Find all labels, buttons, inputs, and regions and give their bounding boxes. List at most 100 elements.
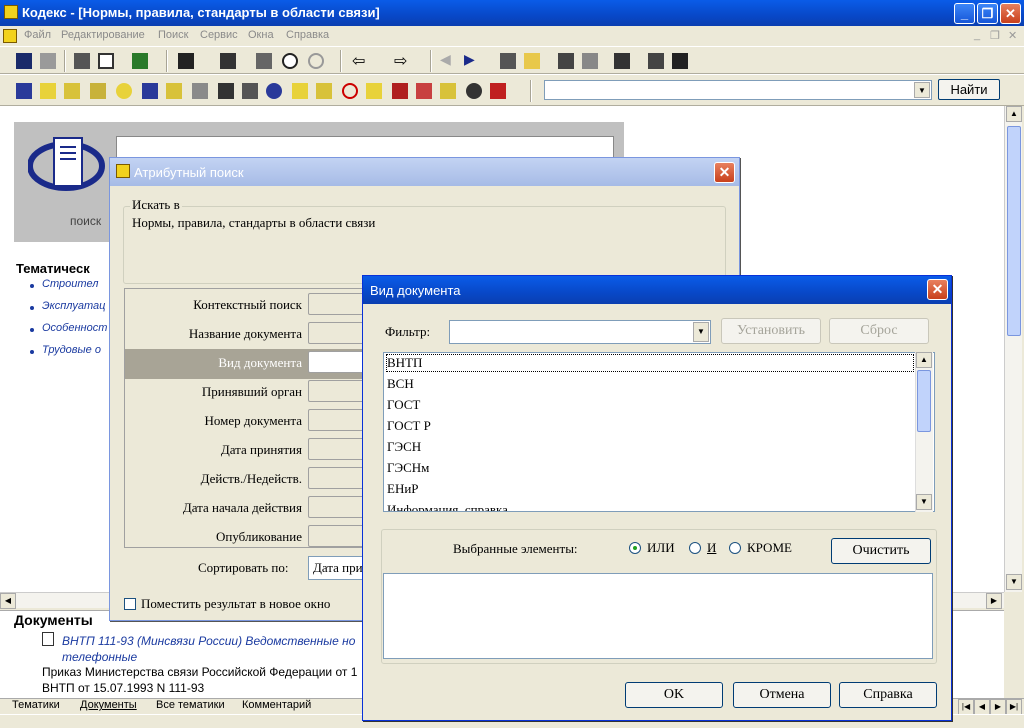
close-button[interactable]: ✕ [1000, 3, 1021, 24]
copy-icon[interactable] [38, 51, 58, 71]
thematic-link[interactable]: Строител [42, 278, 98, 290]
field-input[interactable] [308, 380, 368, 402]
phone-icon[interactable] [216, 81, 236, 101]
pages-icon[interactable] [364, 81, 384, 101]
field-input[interactable] [308, 496, 368, 518]
list-item[interactable]: ГЭСНм [387, 460, 429, 476]
field-input[interactable] [308, 525, 368, 547]
help-button[interactable]: Справка [839, 682, 937, 708]
number-one-icon[interactable] [114, 81, 134, 101]
field-label[interactable]: Номер документа [124, 413, 302, 429]
settings-icon[interactable] [556, 51, 576, 71]
red-book-icon[interactable] [390, 81, 410, 101]
search-a-icon[interactable] [88, 81, 108, 101]
magnifier-icon[interactable] [280, 51, 300, 71]
window-icon[interactable] [646, 51, 666, 71]
radio-or-label[interactable]: ИЛИ [647, 540, 675, 556]
zoom-icon[interactable] [306, 51, 326, 71]
filter-icon[interactable] [254, 51, 274, 71]
field-input[interactable] [308, 322, 368, 344]
banner-search-input[interactable] [116, 136, 614, 158]
link-icon[interactable] [140, 81, 160, 101]
new-window-checkbox[interactable] [124, 598, 136, 610]
doc-icon[interactable] [3, 29, 17, 43]
history-icon[interactable] [464, 81, 484, 101]
radio-and[interactable] [689, 542, 701, 554]
thematic-link[interactable]: Эксплуатац [42, 300, 105, 312]
folder-icon[interactable] [522, 51, 542, 71]
field-label[interactable]: Дата начала действия [124, 500, 302, 516]
save-icon[interactable] [14, 51, 34, 71]
properties-icon[interactable] [612, 51, 632, 71]
list-item[interactable]: ГОСТ Р [387, 418, 431, 434]
field-input-selected[interactable] [308, 351, 368, 373]
chevron-down-icon[interactable]: ▼ [693, 322, 709, 342]
tab-comment[interactable]: Комментарий [242, 699, 311, 711]
menu-help[interactable]: Справка [286, 29, 329, 41]
binoculars-yellow-icon[interactable] [62, 81, 82, 101]
chevron-down-icon[interactable]: ▼ [914, 82, 930, 98]
ok-button[interactable]: OK [625, 682, 723, 708]
next-icon[interactable]: ▶ [464, 51, 484, 71]
field-label[interactable]: Опубликование [124, 529, 302, 545]
document-link-continued[interactable]: телефонные [62, 650, 137, 664]
tab-first-icon[interactable]: |◀ [958, 699, 974, 715]
scroll-thumb[interactable] [1007, 126, 1021, 336]
radio-or[interactable] [629, 542, 641, 554]
quick-search-combo[interactable]: ▼ [544, 80, 932, 100]
field-label[interactable]: Действ./Недейств. [124, 471, 302, 487]
close-icon[interactable]: ✕ [927, 279, 948, 300]
field-input[interactable] [308, 293, 368, 315]
radio-and-label[interactable]: И [707, 540, 716, 556]
binoculars-icon[interactable] [176, 51, 196, 71]
menu-search[interactable]: Поиск [158, 29, 188, 41]
tab-prev-icon[interactable]: ◀ [974, 699, 990, 715]
list-item[interactable]: Информация, справка [387, 502, 508, 511]
tab-last-icon[interactable]: ▶| [1006, 699, 1022, 715]
field-input[interactable] [308, 409, 368, 431]
document-type-list[interactable]: ВНТП ВСН ГОСТ ГОСТ Р ГЭСН ГЭСНм ЕНиР Инф… [383, 352, 935, 512]
new-docs-icon[interactable] [488, 81, 508, 101]
export-icon[interactable] [130, 51, 150, 71]
scroll-right-icon[interactable]: ▶ [986, 593, 1002, 609]
sort-select[interactable]: Дата при [308, 556, 368, 580]
radio-except[interactable] [729, 542, 741, 554]
context-help-icon[interactable] [670, 51, 690, 71]
field-label[interactable]: Контекстный поиск [124, 297, 302, 313]
filter-combo[interactable] [449, 320, 711, 344]
document-link[interactable]: ВНТП 111-93 (Минсвязи России) Ведомствен… [62, 634, 355, 648]
radio-except-label[interactable]: КРОМЕ [747, 540, 792, 556]
book-icon[interactable] [14, 81, 34, 101]
scroll-up-icon[interactable]: ▲ [1006, 106, 1022, 122]
list-item[interactable]: ВНТП [386, 354, 914, 372]
thematic-link[interactable]: Особенност [42, 322, 107, 334]
scissors-icon[interactable] [190, 81, 210, 101]
catalog-icon[interactable] [38, 81, 58, 101]
selected-items-box[interactable] [383, 573, 933, 659]
clear-button[interactable]: Очистить [831, 538, 931, 564]
list-item[interactable]: ГОСТ [387, 397, 420, 413]
print-icon[interactable] [72, 51, 92, 71]
list-item[interactable]: ЕНиР [387, 481, 419, 497]
restore-button[interactable]: ❐ [977, 3, 998, 24]
reset-button[interactable]: Сброс [829, 318, 929, 344]
tab-thematics[interactable]: Тематики [12, 699, 60, 711]
list-item[interactable]: ГЭСН [387, 439, 421, 455]
mdi-minimize-icon[interactable]: _ [974, 29, 980, 41]
find-button[interactable]: Найти [938, 79, 1000, 100]
prev-icon[interactable]: ◀ [440, 51, 460, 71]
stamp-icon[interactable] [340, 81, 360, 101]
forward-arrow-icon[interactable]: ⇨ [394, 51, 414, 71]
menu-windows[interactable]: Окна [248, 29, 274, 41]
document-red-icon[interactable] [414, 81, 434, 101]
main-vertical-scrollbar[interactable]: ▲ ▼ [1004, 106, 1022, 592]
cancel-button[interactable]: Отмена [733, 682, 831, 708]
new-window-label[interactable]: Поместить результат в новое окно [141, 596, 330, 612]
field-label[interactable]: Название документа [124, 326, 302, 342]
list-icon[interactable] [164, 81, 184, 101]
field-input[interactable] [308, 438, 368, 460]
tab-all-thematics[interactable]: Все тематики [156, 699, 225, 711]
field-label[interactable]: Принявший орган [124, 384, 302, 400]
stack-icon[interactable] [438, 81, 458, 101]
bookmark-icon[interactable] [580, 51, 600, 71]
